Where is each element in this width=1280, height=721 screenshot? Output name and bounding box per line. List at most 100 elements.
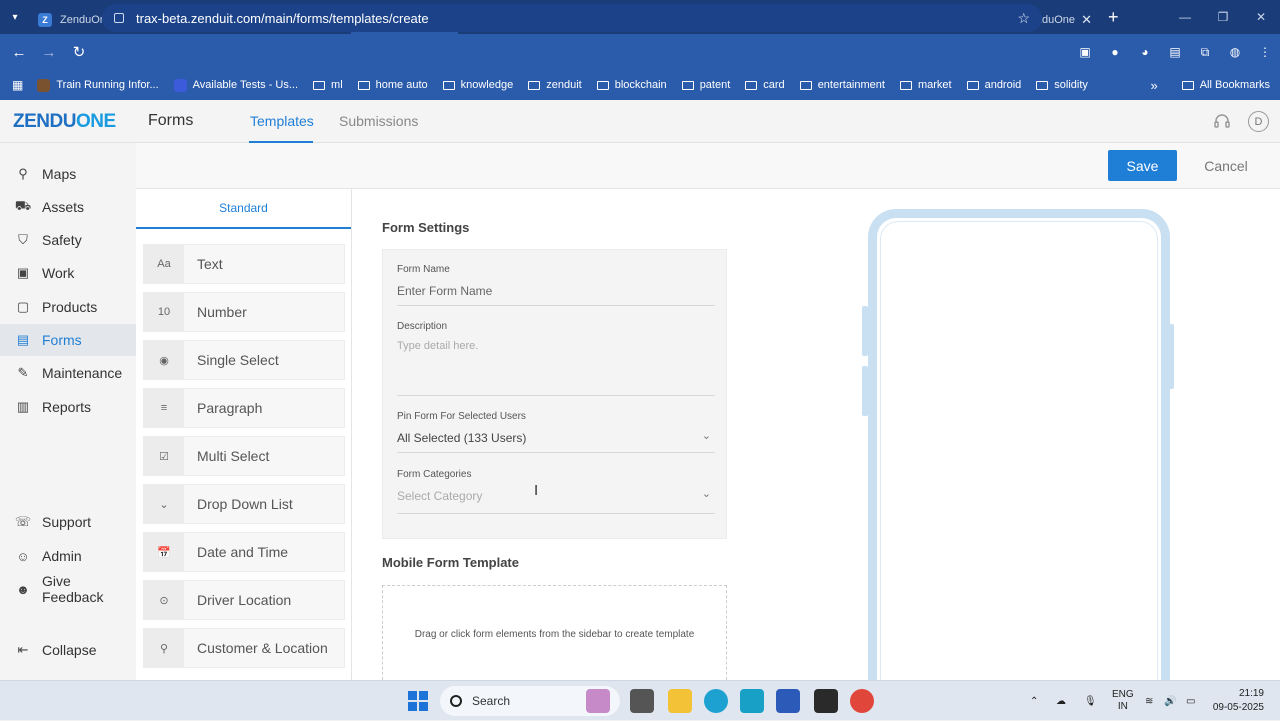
date-and-time-icon: 📅 <box>144 533 184 571</box>
element-text[interactable]: Aa Text <box>143 244 345 284</box>
extension-badge-icon[interactable]: ▣ <box>1070 45 1100 59</box>
element-label: Date and Time <box>197 544 289 560</box>
bookmark-folder[interactable]: knowledge <box>442 79 513 91</box>
chat-app-icon[interactable] <box>740 689 764 713</box>
element-paragraph[interactable]: ≡ Paragraph <box>143 388 345 428</box>
nav-assets[interactable]: ⛟ Assets <box>0 191 136 223</box>
nav-maps[interactable]: ⚲ Maps <box>0 158 136 190</box>
element-driver-location[interactable]: ⊙ Driver Location <box>143 580 345 620</box>
new-tab-button[interactable]: + <box>1108 7 1119 28</box>
url-text[interactable]: trax-beta.zenduit.com/main/forms/templat… <box>136 11 1017 26</box>
tray-chevron-icon[interactable]: ⌃ <box>1030 681 1038 721</box>
reload-icon[interactable]: ↻ <box>64 43 94 61</box>
element-multi-select[interactable]: ☑ Multi Select <box>143 436 345 476</box>
form-builder-area: Form Settings Form Name Enter Form Name … <box>352 189 1280 689</box>
file-explorer-icon[interactable] <box>668 689 692 713</box>
tab-templates[interactable]: Templates <box>250 113 314 129</box>
language-indicator[interactable]: ENG IN <box>1112 681 1134 721</box>
user-avatar[interactable]: D <box>1248 111 1269 132</box>
bookmark-link[interactable]: Available Tests - Us... <box>173 78 299 92</box>
nav-maintenance[interactable]: ✎ Maintenance <box>0 357 136 389</box>
close-window-icon[interactable]: ✕ <box>1242 10 1280 24</box>
more-bookmarks-icon[interactable]: » <box>1150 78 1157 93</box>
collapse-icon: ⇤ <box>17 642 29 657</box>
nav-products[interactable]: ▢ Products <box>0 291 136 323</box>
admin-user-icon: ☺ <box>16 548 30 564</box>
extensions-puzzle-icon[interactable]: ⧉ <box>1190 45 1220 60</box>
nav-collapse[interactable]: ⇤ Collapse <box>0 634 136 666</box>
extension-sr-icon[interactable]: ▤ <box>1160 45 1190 59</box>
bookmark-folder[interactable]: home auto <box>357 79 428 91</box>
description-textarea[interactable]: Type detail here. <box>397 340 715 396</box>
element-single-select[interactable]: ◉ Single Select <box>143 340 345 380</box>
headset-support-icon[interactable] <box>1212 112 1232 132</box>
forward-icon[interactable]: → <box>34 44 64 61</box>
profile-icon[interactable]: ◍ <box>1220 45 1250 59</box>
chrome-icon[interactable] <box>850 689 874 713</box>
cancel-button[interactable]: Cancel <box>1188 150 1264 181</box>
tab-search-icon[interactable]: ▾ <box>0 0 30 34</box>
bookmark-folder[interactable]: solidity <box>1036 79 1088 91</box>
pin-users-select[interactable]: All Selected (133 Users) ⌄ <box>397 430 715 453</box>
nav-admin[interactable]: ☺ Admin <box>0 540 136 572</box>
nav-forms[interactable]: ▤ Forms <box>0 324 136 356</box>
element-label: Drop Down List <box>197 496 293 512</box>
nav-support[interactable]: ☏ Support <box>0 506 136 538</box>
minimize-icon[interactable]: — <box>1166 10 1204 24</box>
element-label: Paragraph <box>197 400 263 416</box>
wifi-icon[interactable]: ≋ <box>1145 681 1153 721</box>
word-icon[interactable] <box>776 689 800 713</box>
extension-edge-icon[interactable]: ◕ <box>1130 45 1160 59</box>
folder-icon <box>357 80 370 90</box>
zenduone-logo[interactable]: ZENDUONE <box>13 111 116 133</box>
bookmark-folder[interactable]: entertainment <box>799 79 885 91</box>
windows-start-icon[interactable] <box>408 691 428 711</box>
form-categories-select[interactable]: Select Category ⌄ <box>397 488 715 514</box>
text-cursor-icon: I <box>534 482 539 499</box>
bookmark-folder[interactable]: patent <box>681 79 730 91</box>
bookmark-label: Available Tests - Us... <box>192 79 299 91</box>
bookmark-star-icon[interactable]: ☆ <box>1017 10 1030 27</box>
edge-browser-icon[interactable] <box>704 689 728 713</box>
maximize-icon[interactable]: ❐ <box>1204 10 1242 24</box>
microphone-icon[interactable]: 🎙 <box>1084 681 1097 721</box>
extension-text-icon[interactable]: ● <box>1100 45 1130 59</box>
element-drop-down-list[interactable]: ⌄ Drop Down List <box>143 484 345 524</box>
bookmark-folder[interactable]: card <box>745 79 785 91</box>
template-drop-zone[interactable]: Drag or click form elements from the sid… <box>382 585 727 685</box>
tab-standard[interactable]: Standard <box>136 189 351 229</box>
apps-grid-icon[interactable]: ▦ <box>12 78 23 92</box>
element-customer-location[interactable]: ⚲ Customer & Location <box>143 628 345 668</box>
back-icon[interactable]: ← <box>4 44 34 61</box>
bookmark-folder[interactable]: zenduit <box>528 79 582 91</box>
browser-menu-icon[interactable]: ⋮ <box>1250 45 1280 59</box>
onedrive-icon[interactable]: ☁ <box>1056 681 1066 721</box>
nav-safety[interactable]: ⛉ Safety <box>0 224 136 256</box>
url-omnibox[interactable]: trax-beta.zenduit.com/main/forms/templat… <box>102 4 1042 32</box>
bookmark-folder[interactable]: market <box>899 79 952 91</box>
tab-submissions[interactable]: Submissions <box>339 113 418 129</box>
task-view-icon[interactable] <box>630 689 654 713</box>
tab-close-icon[interactable]: ✕ <box>1081 12 1092 28</box>
bookmark-link[interactable]: Train Running Infor... <box>37 78 159 92</box>
figma-icon[interactable] <box>814 689 838 713</box>
form-name-input[interactable]: Enter Form Name <box>397 284 715 306</box>
nav-work[interactable]: ▣ Work <box>0 257 136 289</box>
briefcase-icon: ▣ <box>16 265 30 280</box>
all-bookmarks-button[interactable]: All Bookmarks <box>1181 79 1270 91</box>
system-clock[interactable]: 21:19 09-05-2025 <box>1213 687 1264 715</box>
bookmark-folder[interactable]: blockchain <box>596 79 667 91</box>
bookmark-folder[interactable]: android <box>966 79 1021 91</box>
nav-give-feedback[interactable]: ☻ Give Feedback <box>0 573 136 605</box>
widgets-icon[interactable] <box>586 689 610 713</box>
description-label: Description <box>397 321 448 332</box>
site-info-icon[interactable] <box>114 13 124 23</box>
battery-icon[interactable]: ▭ <box>1186 681 1195 721</box>
element-number[interactable]: 10 Number <box>143 292 345 332</box>
nav-reports[interactable]: ▥ Reports <box>0 391 136 423</box>
volume-icon[interactable]: 🔊 <box>1164 681 1176 721</box>
bookmark-folder[interactable]: ml <box>313 79 343 91</box>
save-button[interactable]: Save <box>1108 150 1177 181</box>
element-date-and-time[interactable]: 📅 Date and Time <box>143 532 345 572</box>
element-label: Number <box>197 304 247 320</box>
